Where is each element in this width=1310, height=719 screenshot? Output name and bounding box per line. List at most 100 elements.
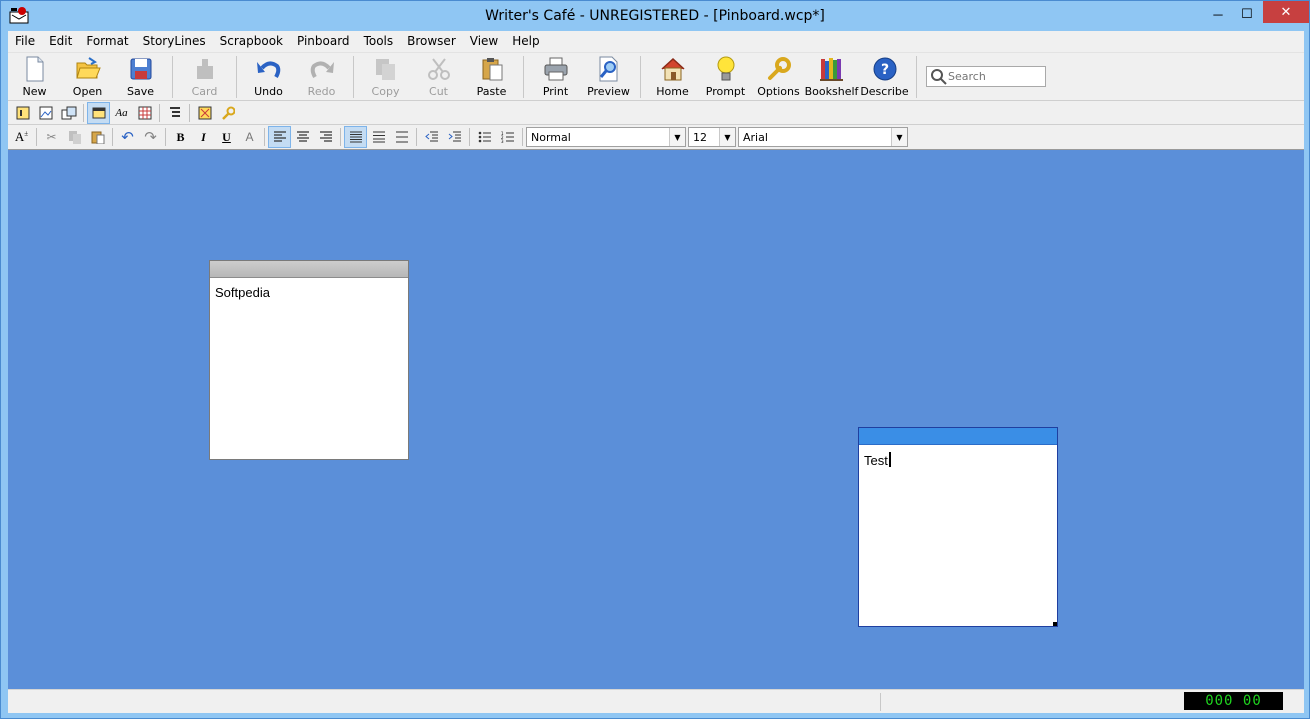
card-button[interactable]: Card xyxy=(178,53,231,99)
pinboard-card-active[interactable]: Test xyxy=(858,427,1058,627)
numbered-list-button[interactable]: 123 xyxy=(496,126,519,148)
toolbar-separator xyxy=(236,56,237,98)
card-view-button[interactable] xyxy=(87,101,110,124)
cut-small-button[interactable]: ✂ xyxy=(40,126,63,148)
line-spacing-single-icon xyxy=(349,131,362,143)
copy-small-button[interactable] xyxy=(63,126,86,148)
menu-pinboard[interactable]: Pinboard xyxy=(290,31,357,52)
print-button[interactable]: Print xyxy=(529,53,582,99)
undo-arrow-icon: ↶ xyxy=(121,129,134,146)
chevron-down-icon[interactable]: ▼ xyxy=(891,128,907,146)
toolbar-separator xyxy=(36,128,37,146)
increase-indent-button[interactable] xyxy=(443,126,466,148)
decrease-indent-button[interactable] xyxy=(420,126,443,148)
single-spacing-button[interactable] xyxy=(344,126,367,148)
menu-scrapbook[interactable]: Scrapbook xyxy=(213,31,290,52)
pinboard-card[interactable]: Softpedia xyxy=(209,260,409,460)
settings-button[interactable] xyxy=(216,102,239,124)
new-label: New xyxy=(22,85,47,98)
menu-storylines[interactable]: StoryLines xyxy=(136,31,213,52)
text-view-button[interactable] xyxy=(11,102,34,124)
outdent-icon xyxy=(424,131,438,142)
open-label: Open xyxy=(72,85,103,98)
menu-edit[interactable]: Edit xyxy=(42,31,79,52)
menu-format[interactable]: Format xyxy=(79,31,135,52)
redo-small-button[interactable]: ↷ xyxy=(139,126,162,148)
home-label: Home xyxy=(656,85,689,98)
font-size-select[interactable]: 12 ▼ xyxy=(688,127,736,147)
new-button[interactable]: New xyxy=(8,53,61,99)
menu-tools[interactable]: Tools xyxy=(357,31,401,52)
align-left-button[interactable] xyxy=(268,126,291,148)
redo-arrow-icon: ↷ xyxy=(144,129,157,146)
paste-label: Paste xyxy=(476,85,507,98)
italic-button[interactable]: I xyxy=(192,126,215,148)
preview-button[interactable]: Preview xyxy=(582,53,635,99)
menu-browser[interactable]: Browser xyxy=(400,31,463,52)
search-box[interactable] xyxy=(926,66,1046,87)
grid-view-button[interactable] xyxy=(133,102,156,124)
menu-view[interactable]: View xyxy=(463,31,505,52)
toolbar-separator xyxy=(916,56,917,98)
copy-icon xyxy=(375,59,395,80)
home-house-icon xyxy=(660,57,685,81)
bullet-list-button[interactable] xyxy=(473,126,496,148)
paste-button[interactable]: Paste xyxy=(465,53,518,99)
medium-spacing-button[interactable] xyxy=(367,126,390,148)
align-right-button[interactable] xyxy=(314,126,337,148)
prompt-button[interactable]: Prompt xyxy=(699,53,752,99)
font-size-adjust-button[interactable]: A± xyxy=(10,126,33,148)
search-input[interactable] xyxy=(948,70,1042,83)
cut-button[interactable]: Cut xyxy=(412,53,465,99)
maximize-button[interactable]: ☐ xyxy=(1233,1,1261,27)
close-button[interactable]: ✕ xyxy=(1263,1,1309,23)
redo-button[interactable]: Redo xyxy=(295,53,348,99)
resize-grip-icon[interactable] xyxy=(1053,622,1057,626)
fit-view-button[interactable] xyxy=(193,102,216,124)
save-label: Save xyxy=(126,85,154,98)
copy-icon xyxy=(68,131,81,144)
copy-button[interactable]: Copy xyxy=(359,53,412,99)
paste-small-button[interactable] xyxy=(86,126,109,148)
image-view-button[interactable] xyxy=(34,102,57,124)
card-text[interactable]: Softpedia xyxy=(210,278,408,307)
font-family-select[interactable]: Arial ▼ xyxy=(738,127,908,147)
copy-label: Copy xyxy=(371,85,400,98)
toolbar-separator xyxy=(640,56,641,98)
open-folder-icon xyxy=(75,57,101,79)
align-center-button[interactable] xyxy=(291,126,314,148)
describe-button[interactable]: ? Describe xyxy=(858,53,911,99)
toolbar-separator xyxy=(165,128,166,146)
chevron-down-icon[interactable]: ▼ xyxy=(719,128,735,146)
svg-text:3: 3 xyxy=(501,139,504,143)
card-text-editor[interactable]: Test xyxy=(859,445,1057,475)
minimize-icon: ─ xyxy=(1213,6,1223,22)
card-header[interactable] xyxy=(859,428,1057,445)
line-spacing-medium-icon xyxy=(372,131,385,143)
numbered-list-icon: 123 xyxy=(501,131,514,143)
home-button[interactable]: Home xyxy=(646,53,699,99)
paragraph-style-select[interactable]: Normal ▼ xyxy=(526,127,686,147)
save-button[interactable]: Save xyxy=(114,53,167,99)
card-header[interactable] xyxy=(210,261,408,278)
font-style-button[interactable]: Aa xyxy=(110,102,133,124)
layered-view-button[interactable] xyxy=(57,102,80,124)
chevron-down-icon[interactable]: ▼ xyxy=(669,128,685,146)
options-button[interactable]: Options xyxy=(752,53,805,99)
bold-button[interactable]: B xyxy=(169,126,192,148)
save-disk-icon xyxy=(130,58,151,80)
menu-file[interactable]: File xyxy=(8,31,42,52)
minimize-button[interactable]: ─ xyxy=(1203,1,1233,27)
menu-help[interactable]: Help xyxy=(505,31,546,52)
undo-button[interactable]: Undo xyxy=(242,53,295,99)
prompt-label: Prompt xyxy=(705,85,746,98)
underline-button[interactable]: U xyxy=(215,126,238,148)
outline-view-button[interactable] xyxy=(163,102,186,124)
double-spacing-button[interactable] xyxy=(390,126,413,148)
undo-small-button[interactable]: ↶ xyxy=(116,126,139,148)
text-color-button[interactable]: A xyxy=(238,126,261,148)
bookshelf-button[interactable]: Bookshelf xyxy=(805,53,858,99)
undo-label: Undo xyxy=(254,85,283,98)
open-button[interactable]: Open xyxy=(61,53,114,99)
pinboard-canvas[interactable]: Softpedia Test xyxy=(8,150,1304,689)
